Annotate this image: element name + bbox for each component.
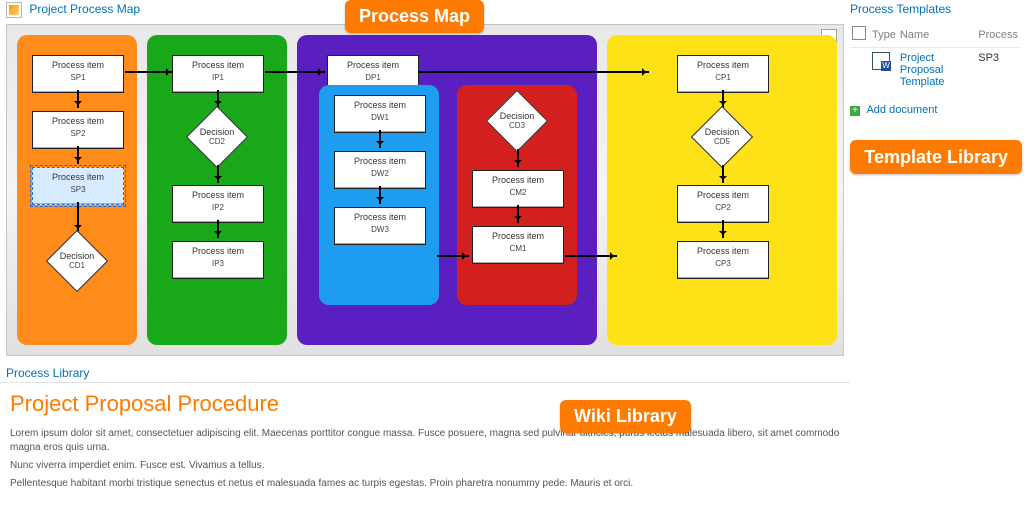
template-name-link[interactable]: Project Proposal Template: [900, 52, 945, 88]
process-templates-header: Process Templates: [850, 0, 1020, 18]
node-ip2[interactable]: Process itemIP2: [172, 185, 264, 223]
wiki-page-title: Project Proposal Procedure: [10, 391, 840, 417]
process-library-header: Process Library: [0, 364, 850, 383]
callout-template-library: Template Library: [850, 140, 1022, 174]
node-sp2[interactable]: Process itemSP2: [32, 111, 124, 149]
node-cd3[interactable]: DecisionCD3: [487, 91, 547, 151]
node-sp1[interactable]: Process itemSP1: [32, 55, 124, 93]
node-dw2[interactable]: Process itemDW2: [334, 151, 426, 189]
col-type[interactable]: Type: [870, 22, 898, 48]
arrow: [437, 255, 469, 257]
wiki-paragraph: Lorem ipsum dolor sit amet, consectetuer…: [10, 427, 840, 455]
add-document-link[interactable]: + Add document: [850, 104, 1020, 116]
arrow: [125, 71, 173, 73]
word-document-icon: [872, 52, 890, 70]
wiki-paragraph: Pellentesque habitant morbi tristique se…: [10, 477, 840, 491]
node-ip1[interactable]: Process itemIP1: [172, 55, 264, 93]
table-row[interactable]: Project Proposal Template SP3: [850, 48, 1020, 93]
node-cm2[interactable]: Process itemCM2: [472, 170, 564, 208]
process-map-title-link[interactable]: Project Process Map: [29, 2, 140, 16]
lane-orange: Process itemSP1 Process itemSP2 Process …: [17, 35, 137, 345]
select-all-checkbox[interactable]: [852, 26, 866, 40]
node-cd2[interactable]: DecisionCD2: [187, 107, 247, 167]
node-dw1[interactable]: Process itemDW1: [334, 95, 426, 133]
process-map-diagram[interactable]: Process itemSP1 Process itemSP2 Process …: [6, 24, 844, 356]
arrow: [419, 71, 649, 73]
template-process-cell: SP3: [976, 48, 1020, 93]
node-cp2[interactable]: Process itemCP2: [677, 185, 769, 223]
node-cm1[interactable]: Process itemCM1: [472, 226, 564, 264]
node-ip3[interactable]: Process itemIP3: [172, 241, 264, 279]
col-name[interactable]: Name: [898, 22, 976, 48]
arrow: [265, 71, 325, 73]
plus-icon: +: [850, 106, 860, 116]
subgroup-blue: Process itemDW1 Process itemDW2 Process …: [319, 85, 439, 305]
node-cd1[interactable]: DecisionCD1: [47, 231, 107, 291]
node-cp3[interactable]: Process itemCP3: [677, 241, 769, 279]
lane-green: Process itemIP1 DecisionCD2 Process item…: [147, 35, 287, 345]
table-header-row: Type Name Process: [850, 22, 1020, 48]
node-sp3-selected[interactable]: Process itemSP3: [32, 167, 124, 205]
callout-wiki-library: Wiki Library: [560, 400, 691, 433]
lane-yellow: Process itemCP1 DecisionCD5 Process item…: [607, 35, 837, 345]
add-document-label[interactable]: Add document: [866, 104, 937, 116]
wiki-page: Project Proposal Procedure Lorem ipsum d…: [10, 391, 840, 491]
node-cd5[interactable]: DecisionCD5: [692, 107, 752, 167]
templates-table: Type Name Process Project Proposal Templ…: [850, 22, 1020, 92]
lane-purple: Process itemDP1 Process itemDW1 Process …: [297, 35, 597, 345]
col-process[interactable]: Process: [976, 22, 1020, 48]
subgroup-red: DecisionCD3 Process itemCM2 Process item…: [457, 85, 577, 305]
node-dw3[interactable]: Process itemDW3: [334, 207, 426, 245]
callout-process-map: Process Map: [345, 0, 484, 33]
node-cp1[interactable]: Process itemCP1: [677, 55, 769, 93]
process-templates-title-link[interactable]: Process Templates: [850, 2, 951, 16]
process-library-title-link[interactable]: Process Library: [6, 366, 89, 380]
wiki-paragraph: Nunc viverra imperdiet enim. Fusce est. …: [10, 459, 840, 473]
webpart-icon: [6, 2, 22, 18]
arrow: [565, 255, 617, 257]
